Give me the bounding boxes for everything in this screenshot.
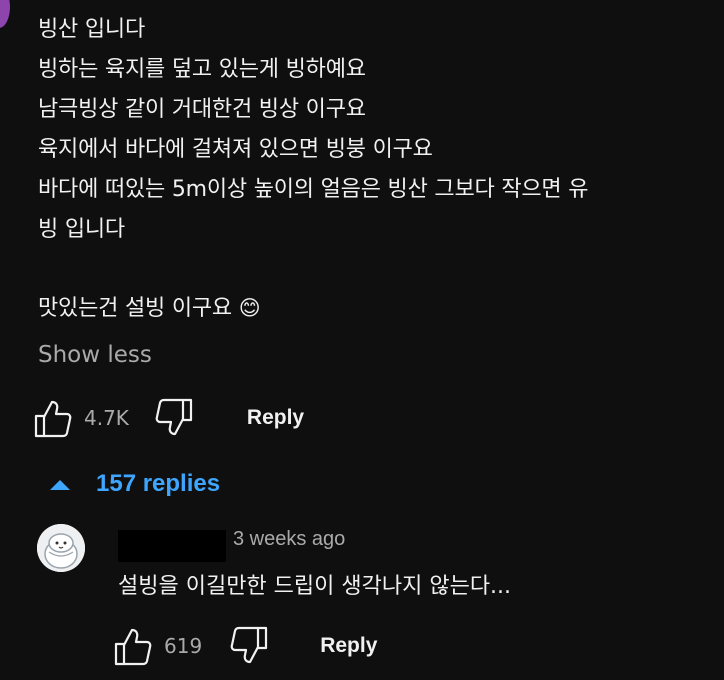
comment-text: 빙산 입니다 빙하는 육지를 덮고 있는게 빙하예요 남극빙상 같이 거대한건 … <box>38 10 708 329</box>
reply-timestamp[interactable]: 3 weeks ago <box>233 528 345 551</box>
caret-up-icon <box>50 478 70 490</box>
comment-line: 빙하는 육지를 덮고 있는게 빙하예요 <box>38 57 366 82</box>
comment-line: 바다에 떠있는 5m이상 높이의 얼음은 빙산 그보다 작으면 유 <box>38 177 589 202</box>
comment-line: 빙산 입니다 <box>38 17 145 42</box>
comment-line-last: 맛있는건 설빙 이구요 😊 <box>38 288 708 329</box>
thumbs-up-icon <box>34 400 72 438</box>
like-count: 4.7K <box>84 406 129 430</box>
thumbs-down-icon <box>155 398 193 436</box>
comment-line: 빙 입니다 <box>38 217 125 242</box>
reply-dislike-button[interactable] <box>230 626 268 666</box>
reply-like-button[interactable] <box>114 626 152 666</box>
comment-last-text: 맛있는건 설빙 이구요 <box>38 296 232 321</box>
smiling-face-emoji: 😊 <box>238 296 261 320</box>
dislike-button[interactable] <box>155 398 193 438</box>
reply-avatar[interactable] <box>37 524 85 572</box>
like-button[interactable] <box>34 398 72 438</box>
thumbs-up-icon <box>114 628 152 666</box>
redacted-username <box>118 530 226 562</box>
thumbs-down-icon <box>230 626 268 664</box>
reply-like-count: 619 <box>164 634 203 658</box>
show-less-button[interactable]: Show less <box>38 342 152 368</box>
reply-action-row: 619 Reply <box>114 626 377 666</box>
comment-action-row: 4.7K Reply <box>34 398 304 438</box>
reply-reply-button[interactable]: Reply <box>320 634 377 658</box>
avatar-illustration-icon <box>37 524 85 572</box>
comment-line: 육지에서 바다에 걸쳐져 있으면 빙붕 이구요 <box>38 137 433 162</box>
replies-count-label: 157 replies <box>96 470 221 497</box>
comment-line: 남극빙상 같이 거대한건 빙상 이구요 <box>38 97 366 122</box>
comment-blank-line <box>38 250 708 288</box>
replies-toggle-button[interactable]: 157 replies <box>50 470 220 498</box>
commenter-avatar[interactable] <box>0 0 10 28</box>
reply-button[interactable]: Reply <box>247 406 304 430</box>
reply-text: 설빙을 이길만한 드립이 생각나지 않는다... <box>118 574 512 599</box>
